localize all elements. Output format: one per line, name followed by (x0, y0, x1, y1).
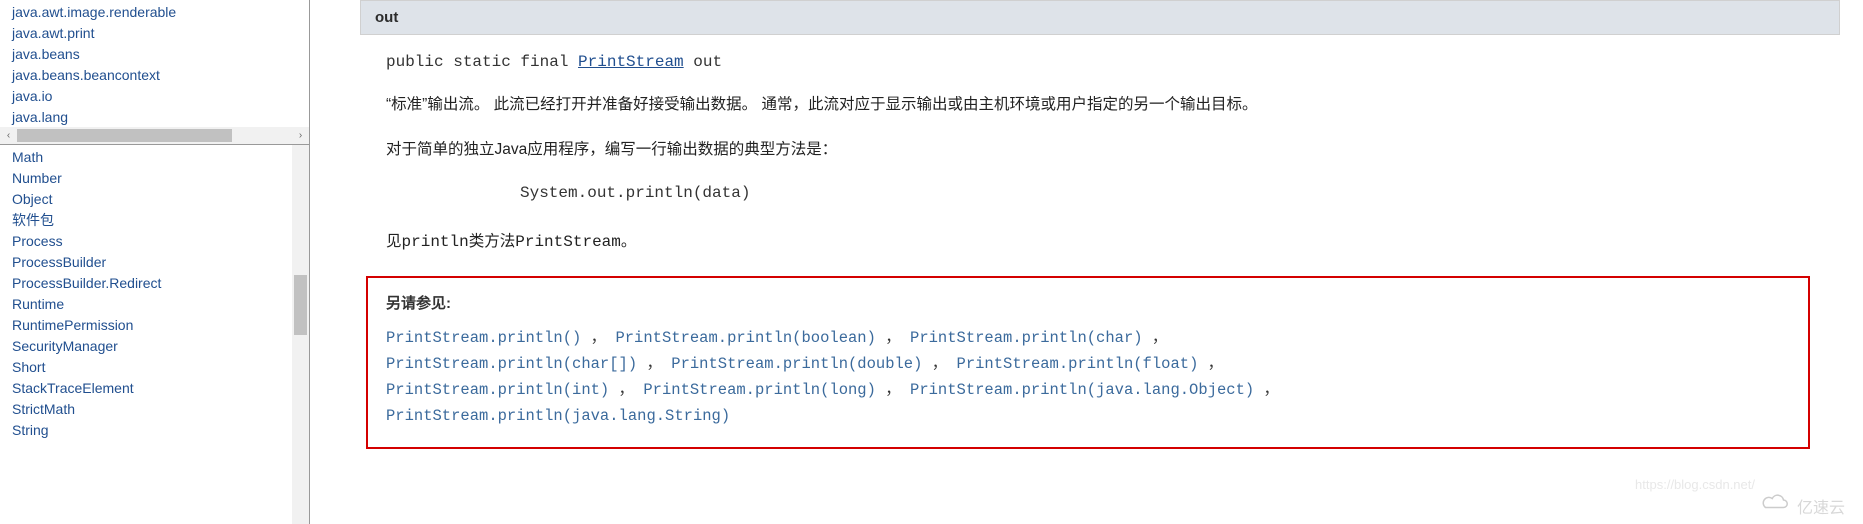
see-also-link[interactable]: PrintStream.println(boolean) (615, 329, 875, 347)
class-link[interactable]: SecurityManager (12, 336, 309, 357)
sidebar: java.awt.image.renderablejava.awt.printj… (0, 0, 310, 524)
see-also-link[interactable]: PrintStream.println(char) (910, 329, 1143, 347)
class-link[interactable]: Math (12, 147, 309, 168)
package-link[interactable]: java.beans (12, 44, 309, 65)
main-content: out public static final PrintStream out … (310, 0, 1863, 524)
class-link[interactable]: StackTraceElement (12, 378, 309, 399)
example-code: System.out.println(data) (520, 184, 1840, 202)
type-link-printstream[interactable]: PrintStream (578, 53, 684, 71)
class-link[interactable]: 软件包 (12, 210, 309, 231)
class-link[interactable]: Number (12, 168, 309, 189)
see-also-list: PrintStream.println() ， PrintStream.prin… (386, 325, 1790, 429)
package-link[interactable]: java.awt.print (12, 23, 309, 44)
class-link[interactable]: ProcessBuilder (12, 252, 309, 273)
see-also-link[interactable]: PrintStream.println() (386, 329, 581, 347)
package-link[interactable]: java.lang (12, 107, 309, 128)
scroll-right-arrow[interactable]: › (292, 127, 309, 144)
signature-field-name: out (684, 53, 722, 71)
class-link[interactable]: StrictMath (12, 399, 309, 420)
class-link[interactable]: Runtime (12, 294, 309, 315)
see-also-title: 另请参见: (386, 292, 1790, 313)
package-link[interactable]: java.beans.beancontext (12, 65, 309, 86)
description-paragraph-1: “标准”输出流。 此流已经打开并准备好接受输出数据。 通常，此流对应于显示输出或… (386, 93, 1840, 116)
see-also-link[interactable]: PrintStream.println(int) (386, 381, 609, 399)
watermark-text: 亿速云 (1797, 494, 1845, 518)
class-link[interactable]: String (12, 420, 309, 441)
scroll-left-arrow[interactable]: ‹ (0, 127, 17, 144)
description-paragraph-2: 对于简单的独立Java应用程序，编写一行输出数据的典型方法是： (386, 138, 1840, 161)
see-also-link[interactable]: PrintStream.println(float) (957, 355, 1199, 373)
see-also-link[interactable]: PrintStream.println(java.lang.Object) (910, 381, 1254, 399)
class-link[interactable]: ProcessBuilder.Redirect (12, 273, 309, 294)
field-name-header: out (360, 0, 1840, 35)
package-link[interactable]: java.io (12, 86, 309, 107)
see-also-link[interactable]: PrintStream.println(long) (643, 381, 876, 399)
vertical-scrollbar[interactable] (292, 145, 309, 524)
package-list-pane: java.awt.image.renderablejava.awt.printj… (0, 0, 309, 145)
description-paragraph-3: 见println类方法PrintStream。 (386, 230, 1840, 254)
see-also-link[interactable]: PrintStream.println(char[]) (386, 355, 637, 373)
class-link[interactable]: Short (12, 357, 309, 378)
see-also-section: 另请参见: PrintStream.println() ， PrintStrea… (366, 276, 1810, 449)
cloud-icon (1761, 493, 1791, 518)
field-signature: public static final PrintStream out (386, 53, 1840, 71)
signature-modifiers: public static final (386, 53, 578, 71)
class-link[interactable]: Process (12, 231, 309, 252)
class-list-pane: MathNumberObject软件包ProcessProcessBuilder… (0, 145, 309, 524)
class-link[interactable]: RuntimePermission (12, 315, 309, 336)
class-link[interactable]: Object (12, 189, 309, 210)
package-link[interactable]: java.awt.image.renderable (12, 2, 309, 23)
see-also-link[interactable]: PrintStream.println(double) (671, 355, 922, 373)
see-also-link[interactable]: PrintStream.println(java.lang.String) (386, 407, 730, 425)
watermark: https://blog.csdn.net/ 亿速云 (1761, 493, 1845, 518)
horizontal-scrollbar[interactable]: ‹ › (0, 127, 309, 144)
watermark-url: https://blog.csdn.net/ (1635, 477, 1755, 492)
